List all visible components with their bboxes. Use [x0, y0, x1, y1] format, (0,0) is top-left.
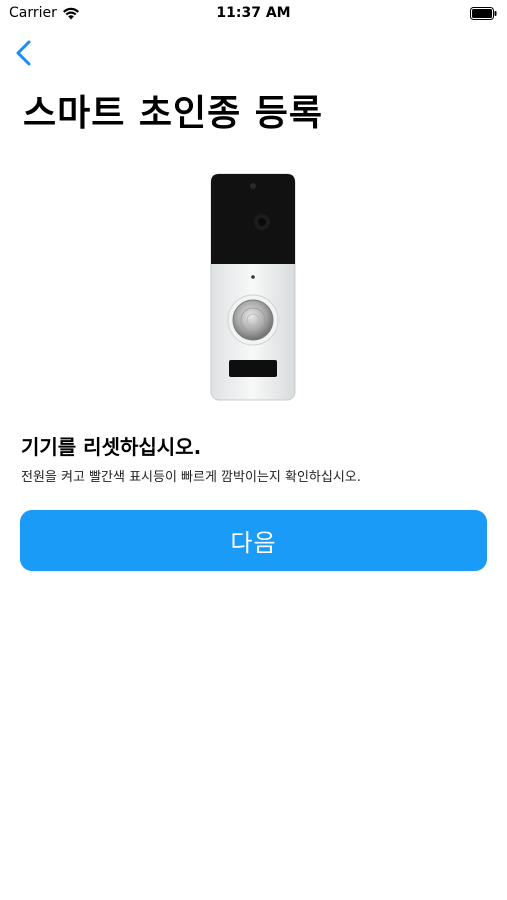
page-title: 스마트 초인종 등록	[23, 93, 324, 134]
reset-heading: 기기를 리셋하십시오.	[21, 435, 202, 459]
next-button[interactable]: 다음	[20, 510, 487, 571]
doorbell-image	[210, 173, 296, 401]
next-button-label: 다음	[230, 530, 277, 557]
status-bar: Carrier 11:37 AM	[0, 0, 507, 30]
back-button[interactable]	[12, 38, 38, 68]
chevron-left-icon	[16, 40, 31, 66]
reset-description: 전원을 켜고 빨간색 표시등이 빠르게 깜박이는지 확인하십시오.	[21, 470, 361, 485]
status-time: 11:37 AM	[216, 5, 291, 21]
battery-icon	[470, 7, 497, 20]
